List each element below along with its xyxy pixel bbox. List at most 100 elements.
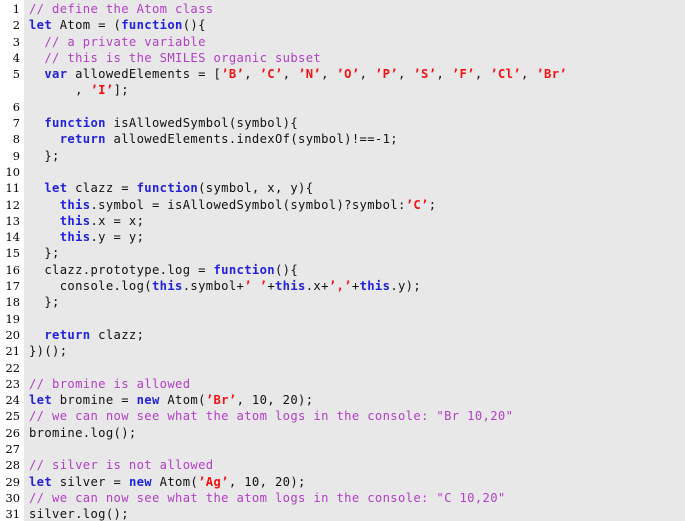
token-comment: // bromine is allowed: [29, 376, 191, 391]
line-number: 10: [5, 164, 21, 179]
token-string: ’I’: [90, 83, 114, 98]
code-line: 28 // silver is not allowed: [0, 457, 685, 473]
token-plain: .symbol = isAllowedSymbol(symbol)?symbol…: [90, 197, 406, 212]
code-text: clazz.prototype.log = function(){: [29, 262, 298, 278]
token-string: ’Br’: [205, 393, 237, 408]
code-text: };: [29, 148, 60, 164]
token-comment: // we can now see what the atom logs in …: [29, 490, 506, 505]
token-plain: +: [267, 279, 275, 294]
code-text: // we can now see what the atom logs in …: [29, 490, 506, 506]
code-text: this.x = x;: [29, 213, 144, 229]
token-plain: ,: [398, 67, 414, 82]
token-keyword: var: [44, 67, 68, 82]
code-text: , ’I’];: [29, 82, 129, 98]
line-number: 12: [5, 197, 21, 212]
line-number: 27: [5, 442, 21, 457]
token-plain: .x = x;: [90, 213, 145, 228]
code-lines-container: 1// define the Atom class 2 let Atom = (fu…: [0, 0, 685, 521]
code-line: 7 function isAllowedSymbol(symbol){: [0, 115, 685, 131]
code-text: var allowedElements = [’B’, ’C’, ’N’, ’O…: [29, 66, 567, 82]
token-plain: Atom(: [159, 393, 206, 408]
code-text: })();: [29, 343, 67, 359]
code-text: this.symbol = isAllowedSymbol(symbol)?sy…: [29, 197, 436, 213]
code-line: 13 this.x = x;: [0, 213, 685, 229]
line-number: 2: [12, 18, 20, 33]
line-number: 23: [5, 376, 21, 391]
token-plain: ,: [321, 67, 337, 82]
token-plain: (){: [275, 262, 299, 277]
code-listing: 1// define the Atom class 2 let Atom = (fu…: [0, 0, 685, 521]
token-keyword: function: [213, 262, 275, 277]
code-text: bromine.log();: [29, 425, 137, 441]
token-plain: allowedElements.indexOf(symbol)!==-1;: [105, 132, 398, 147]
token-plain: Atom(: [152, 474, 199, 489]
token-keyword: new: [128, 474, 152, 489]
token-plain: })();: [29, 344, 68, 359]
line-number: 15: [5, 246, 21, 261]
token-plain: };: [29, 148, 60, 163]
token-comment: // define the Atom class: [29, 2, 214, 16]
line-number: 3: [12, 34, 20, 49]
token-plain: allowedElements = [: [67, 67, 222, 82]
line-number: 22: [5, 360, 21, 375]
token-comment: // we can now see what the atom logs in …: [29, 409, 514, 424]
token-plain: silver =: [52, 474, 129, 489]
token-string: ’,’: [328, 279, 352, 294]
token-string: ’B’: [221, 67, 245, 82]
code-text: };: [29, 294, 60, 310]
token-plain: clazz;: [90, 327, 145, 342]
code-text: let clazz = function(symbol, x, y){: [29, 180, 313, 196]
token-keyword: function: [44, 116, 106, 131]
line-number: 19: [5, 311, 21, 326]
code-text: // define the Atom class: [29, 1, 214, 17]
token-comment: // a private variable: [44, 34, 206, 49]
token-plain: ,: [436, 67, 452, 82]
code-line: 21 })();: [0, 343, 685, 359]
token-string: ’Br’: [536, 67, 568, 82]
token-keyword: let: [44, 181, 68, 196]
token-plain: ];: [113, 83, 129, 98]
code-text: let bromine = new Atom(’Br’, 10, 20);: [29, 392, 313, 408]
code-line: 5 var allowedElements = [’B’, ’C’, ’N’, …: [0, 66, 685, 82]
code-line: 3 // a private variable: [0, 34, 685, 50]
code-text: // silver is not allowed: [29, 457, 214, 473]
line-number: 21: [5, 344, 21, 359]
line-number: 11: [5, 181, 21, 196]
token-plain: ,: [359, 67, 375, 82]
token-keyword: return: [59, 132, 106, 147]
token-keyword: let: [29, 18, 53, 33]
code-line: 17 console.log(this.symbol+’ ’+this.x+’,…: [0, 278, 685, 294]
token-plain: (symbol, x, y){: [198, 181, 314, 196]
token-string: ’O’: [336, 67, 360, 82]
code-line: 31 silver.log();: [0, 506, 685, 521]
code-line: 12 this.symbol = isAllowedSymbol(symbol)…: [0, 197, 685, 213]
code-text: return clazz;: [29, 327, 144, 343]
code-line: 16 clazz.prototype.log = function(){: [0, 262, 685, 278]
token-plain: ;: [428, 197, 437, 212]
token-keyword: return: [44, 327, 91, 342]
code-text: console.log(this.symbol+’ ’+this.x+’,’+t…: [29, 278, 421, 294]
code-line: 10: [0, 164, 685, 180]
token-string: ’Cl’: [490, 67, 521, 82]
line-number: 16: [5, 262, 21, 277]
code-line: 9 };: [0, 148, 685, 164]
line-number: 5: [12, 67, 20, 82]
token-keyword: function: [136, 181, 199, 196]
line-number: 20: [5, 327, 21, 342]
line-number: 1: [12, 2, 20, 16]
token-string: ’Ag’: [198, 474, 229, 489]
token-string: ’S’: [413, 67, 437, 82]
token-keyword: new: [136, 393, 160, 408]
token-keyword: this: [59, 230, 91, 245]
code-line: 29 let silver = new Atom(’Ag’, 10, 20);: [0, 474, 685, 490]
token-keyword: this: [59, 197, 91, 212]
token-string: ’P’: [374, 67, 398, 82]
code-line: 19: [0, 311, 685, 327]
token-plain: isAllowedSymbol(symbol){: [105, 116, 299, 131]
